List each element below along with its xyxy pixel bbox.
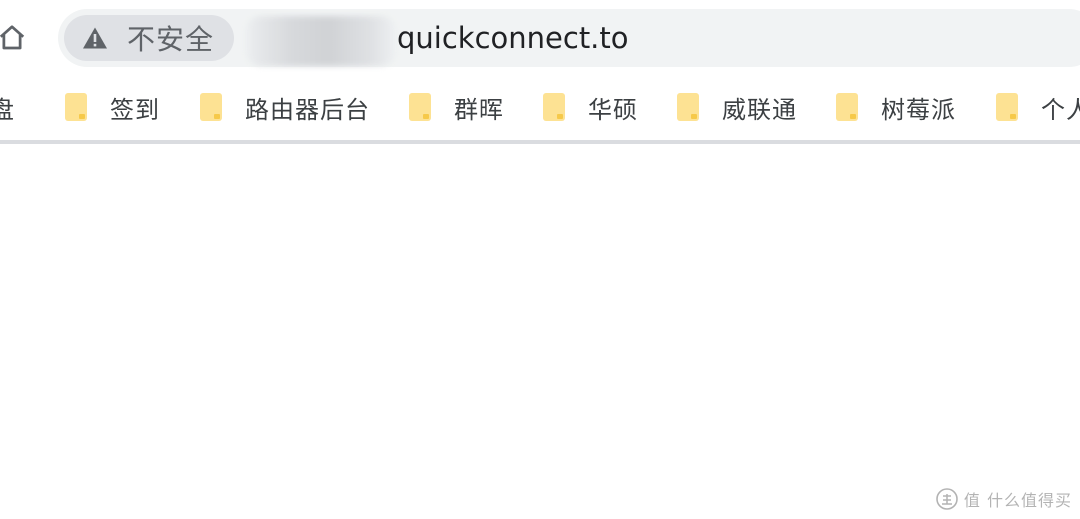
- bookmark-label: 华硕: [588, 95, 638, 124]
- bookmark-folder-sign-in[interactable]: 签到: [64, 90, 160, 124]
- watermark-text: 值 什么值得买: [963, 491, 1072, 510]
- bookmark-label: 威联通: [722, 95, 797, 124]
- folder-icon: [995, 92, 1019, 122]
- bookmark-label: 签到: [110, 95, 160, 124]
- page-content: [0, 144, 1080, 519]
- url-text[interactable]: quickconnect.to: [397, 18, 629, 58]
- folder-icon: [408, 92, 432, 122]
- bookmark-item-partial[interactable]: 盘: [0, 90, 15, 124]
- bookmark-label: 个人: [1041, 95, 1080, 124]
- bookmark-folder-personal[interactable]: 个人: [995, 90, 1080, 124]
- bookmarks-bar: 盘 签到 路由器后台 群晖 华硕 威联通 树莓派 个人: [0, 78, 1080, 140]
- address-bar[interactable]: 不安全 quickconnect.to: [58, 9, 1080, 67]
- security-indicator[interactable]: 不安全: [64, 15, 234, 61]
- bookmark-folder-asus[interactable]: 华硕: [542, 90, 638, 124]
- security-label: 不安全: [127, 23, 215, 56]
- bookmark-label: 路由器后台: [245, 95, 370, 124]
- folder-icon: [676, 92, 700, 122]
- folder-icon: [64, 92, 88, 122]
- bookmark-folder-router[interactable]: 路由器后台: [199, 90, 370, 124]
- browser-window: 不安全 quickconnect.to 盘 签到 路由器后台 群晖 华硕 威联通…: [0, 0, 1080, 519]
- bookmark-label: 群晖: [454, 95, 504, 124]
- toolbar: 不安全 quickconnect.to: [0, 0, 1080, 78]
- home-button[interactable]: [0, 20, 30, 56]
- smzdm-logo-icon: [936, 488, 958, 510]
- bookmark-folder-synology[interactable]: 群晖: [408, 90, 504, 124]
- folder-icon: [835, 92, 859, 122]
- warning-triangle-icon: [82, 25, 108, 51]
- bookmark-folder-raspberry-pi[interactable]: 树莓派: [835, 90, 956, 124]
- folder-icon: [542, 92, 566, 122]
- bookmark-folder-qnap[interactable]: 威联通: [676, 90, 797, 124]
- bookmark-label: 盘: [0, 95, 15, 124]
- folder-icon: [199, 92, 223, 122]
- home-icon: [0, 25, 25, 50]
- watermark: 值 什么值得买: [936, 487, 1072, 511]
- redacted-url-segment: [246, 16, 396, 66]
- bookmark-label: 树莓派: [881, 95, 956, 124]
